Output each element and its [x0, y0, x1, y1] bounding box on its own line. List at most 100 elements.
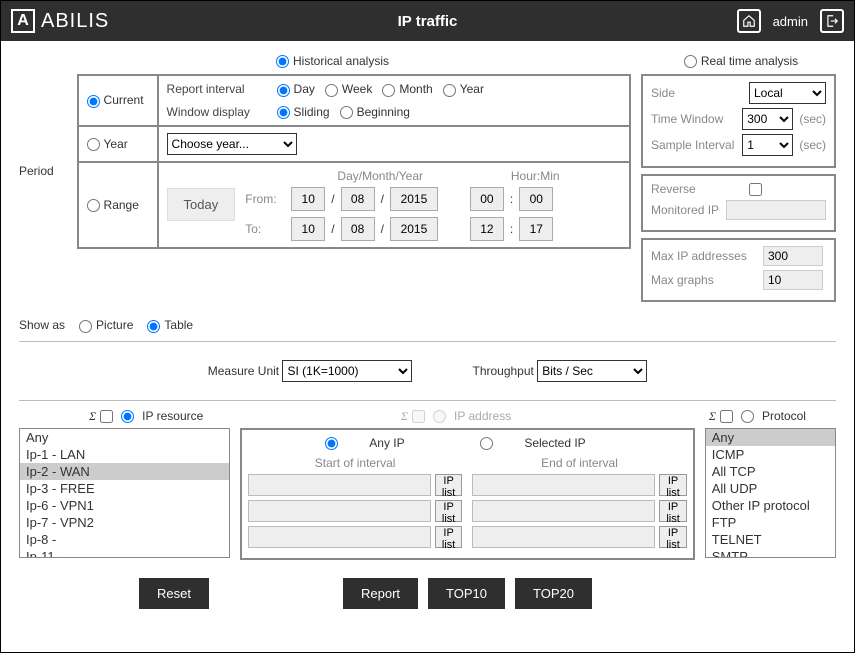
throughput-select[interactable]: Bits / Sec — [537, 360, 647, 382]
from-min-input[interactable] — [519, 187, 553, 211]
end-ip-input-1[interactable] — [472, 474, 655, 496]
time-window-select[interactable]: 300 — [742, 108, 793, 130]
list-item[interactable]: Ip-8 - — [20, 531, 229, 548]
report-day-radio[interactable] — [277, 84, 290, 97]
window-beginning-radio[interactable] — [340, 106, 353, 119]
historical-analysis-radio[interactable] — [276, 55, 289, 68]
period-range-radio[interactable] — [87, 199, 100, 212]
protocol-list[interactable]: AnyICMPAll TCPAll UDPOther IP protocolFT… — [705, 428, 836, 558]
home-icon[interactable] — [737, 9, 761, 33]
max-ip-input[interactable] — [763, 246, 823, 266]
monitored-ip-input[interactable] — [726, 200, 826, 220]
measure-unit-label: Measure Unit — [208, 364, 279, 378]
from-label: From: — [245, 192, 285, 206]
max-graphs-input[interactable] — [763, 270, 823, 290]
ip-resource-radio[interactable] — [121, 410, 134, 423]
report-week-radio[interactable] — [325, 84, 338, 97]
iplist-button[interactable]: IP list — [435, 474, 462, 496]
side-label: Side — [651, 86, 743, 100]
iplist-button[interactable]: IP list — [435, 500, 462, 522]
list-item[interactable]: ICMP — [706, 446, 835, 463]
from-month-input[interactable] — [341, 187, 375, 211]
monitored-ip-label: Monitored IP — [651, 203, 720, 217]
iplist-button[interactable]: IP list — [659, 474, 686, 496]
period-label: Period — [19, 74, 67, 178]
window-sliding-radio[interactable] — [277, 106, 290, 119]
start-ip-input-3[interactable] — [248, 526, 431, 548]
start-interval-label: Start of interval — [248, 456, 462, 470]
list-item[interactable]: TELNET — [706, 531, 835, 548]
end-ip-input-3[interactable] — [472, 526, 655, 548]
any-ip-radio[interactable] — [325, 437, 338, 450]
report-button[interactable]: Report — [343, 578, 418, 609]
end-ip-input-2[interactable] — [472, 500, 655, 522]
list-item[interactable]: FTP — [706, 514, 835, 531]
from-day-input[interactable] — [291, 187, 325, 211]
side-box-2: Reverse Monitored IP — [641, 174, 836, 232]
iplist-button[interactable]: IP list — [659, 526, 686, 548]
period-year-radio[interactable] — [87, 138, 100, 151]
top10-button[interactable]: TOP10 — [428, 578, 505, 609]
reset-button[interactable]: Reset — [139, 578, 209, 609]
period-range-label: Range — [104, 198, 139, 212]
to-min-input[interactable] — [519, 217, 553, 241]
measure-unit-select[interactable]: SI (1K=1000) — [282, 360, 412, 382]
max-ip-label: Max IP addresses — [651, 249, 757, 263]
period-current-radio[interactable] — [87, 95, 100, 108]
iplist-button[interactable]: IP list — [659, 500, 686, 522]
start-ip-input-1[interactable] — [248, 474, 431, 496]
report-month-radio[interactable] — [382, 84, 395, 97]
protocol-label: Protocol — [762, 409, 806, 423]
list-item[interactable]: Ip-3 - FREE — [20, 480, 229, 497]
logo: A ABILIS — [11, 9, 109, 33]
side-select[interactable]: Local — [749, 82, 826, 104]
to-year-input[interactable] — [390, 217, 438, 241]
showas-label: Show as — [19, 318, 65, 332]
side-box-3: Max IP addresses Max graphs — [641, 238, 836, 302]
sigma-ip-resource-checkbox[interactable] — [100, 410, 113, 423]
sample-interval-select[interactable]: 1 — [742, 134, 793, 156]
list-item[interactable]: Ip-11 - — [20, 548, 229, 558]
reverse-checkbox[interactable] — [749, 183, 762, 196]
list-item[interactable]: All UDP — [706, 480, 835, 497]
to-day-input[interactable] — [291, 217, 325, 241]
ip-address-box: Any IP Selected IP Start of interval IP … — [240, 428, 695, 560]
realtime-analysis-radio[interactable] — [684, 55, 697, 68]
topbar: A ABILIS IP traffic admin — [1, 1, 854, 41]
list-item[interactable]: Ip-7 - VPN2 — [20, 514, 229, 531]
choose-year-select[interactable]: Choose year... — [167, 133, 297, 155]
from-year-input[interactable] — [390, 187, 438, 211]
start-ip-input-2[interactable] — [248, 500, 431, 522]
selected-ip-radio[interactable] — [480, 437, 493, 450]
showas-table-radio[interactable] — [147, 320, 160, 333]
ip-resource-list[interactable]: AnyIp-1 - LANIp-2 - WANIp-3 - FREEIp-6 -… — [19, 428, 230, 558]
list-item[interactable]: SMTP — [706, 548, 835, 558]
iplist-button[interactable]: IP list — [435, 526, 462, 548]
protocol-radio[interactable] — [741, 410, 754, 423]
list-item[interactable]: Any — [706, 429, 835, 446]
list-item[interactable]: Other IP protocol — [706, 497, 835, 514]
list-item[interactable]: All TCP — [706, 463, 835, 480]
sigma-protocol-checkbox[interactable] — [720, 410, 733, 423]
historical-analysis-label: Historical analysis — [293, 54, 389, 68]
showas-picture-radio[interactable] — [79, 320, 92, 333]
to-month-input[interactable] — [341, 217, 375, 241]
from-hour-input[interactable] — [470, 187, 504, 211]
report-interval-label: Report interval — [167, 82, 267, 96]
list-item[interactable]: Ip-2 - WAN — [20, 463, 229, 480]
list-item[interactable]: Ip-1 - LAN — [20, 446, 229, 463]
to-label: To: — [245, 222, 285, 236]
ip-resource-label: IP resource — [142, 409, 203, 423]
to-hour-input[interactable] — [470, 217, 504, 241]
end-interval-label: End of interval — [472, 456, 686, 470]
report-year-radio[interactable] — [443, 84, 456, 97]
logout-icon[interactable] — [820, 9, 844, 33]
window-display-label: Window display — [167, 105, 267, 119]
logo-text: ABILIS — [41, 10, 109, 33]
list-item[interactable]: Any — [20, 429, 229, 446]
reverse-label: Reverse — [651, 182, 743, 196]
today-button[interactable]: Today — [167, 188, 236, 221]
top20-button[interactable]: TOP20 — [515, 578, 592, 609]
time-window-label: Time Window — [651, 112, 736, 126]
list-item[interactable]: Ip-6 - VPN1 — [20, 497, 229, 514]
